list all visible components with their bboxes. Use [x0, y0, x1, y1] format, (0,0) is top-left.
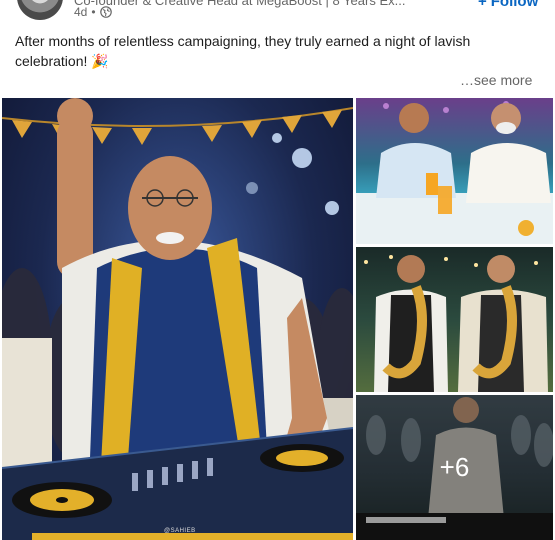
poolside-drinks-image[interactable] [356, 98, 553, 244]
piano-performance-image[interactable]: +6 [356, 395, 553, 540]
follow-label: Follow [490, 0, 539, 10]
follow-button[interactable]: + Follow [478, 0, 538, 10]
dj-celebration-image[interactable]: @SAHIEB [2, 98, 353, 540]
more-images-overlay[interactable]: +6 [356, 395, 553, 540]
image-gallery: @SAHIEB +6 [0, 98, 555, 540]
see-more-button[interactable]: …see more [460, 72, 532, 88]
plus-icon: + [478, 0, 487, 10]
post-time[interactable]: 4d [74, 5, 87, 19]
post-meta: 4d • [74, 5, 112, 19]
avatar[interactable] [17, 0, 63, 20]
globe-icon [99, 6, 112, 18]
post-header: Co-founder & Creative Head at MegaBoost … [0, 0, 555, 26]
post-text: After months of relentless campaigning, … [15, 33, 471, 69]
author-headline[interactable]: Co-founder & Creative Head at MegaBoost … [74, 0, 405, 8]
meta-separator: • [91, 5, 96, 19]
saxophone-duo-image[interactable] [356, 247, 553, 392]
more-images-count: +6 [439, 452, 470, 482]
image-watermark: @SAHIEB [164, 528, 196, 534]
